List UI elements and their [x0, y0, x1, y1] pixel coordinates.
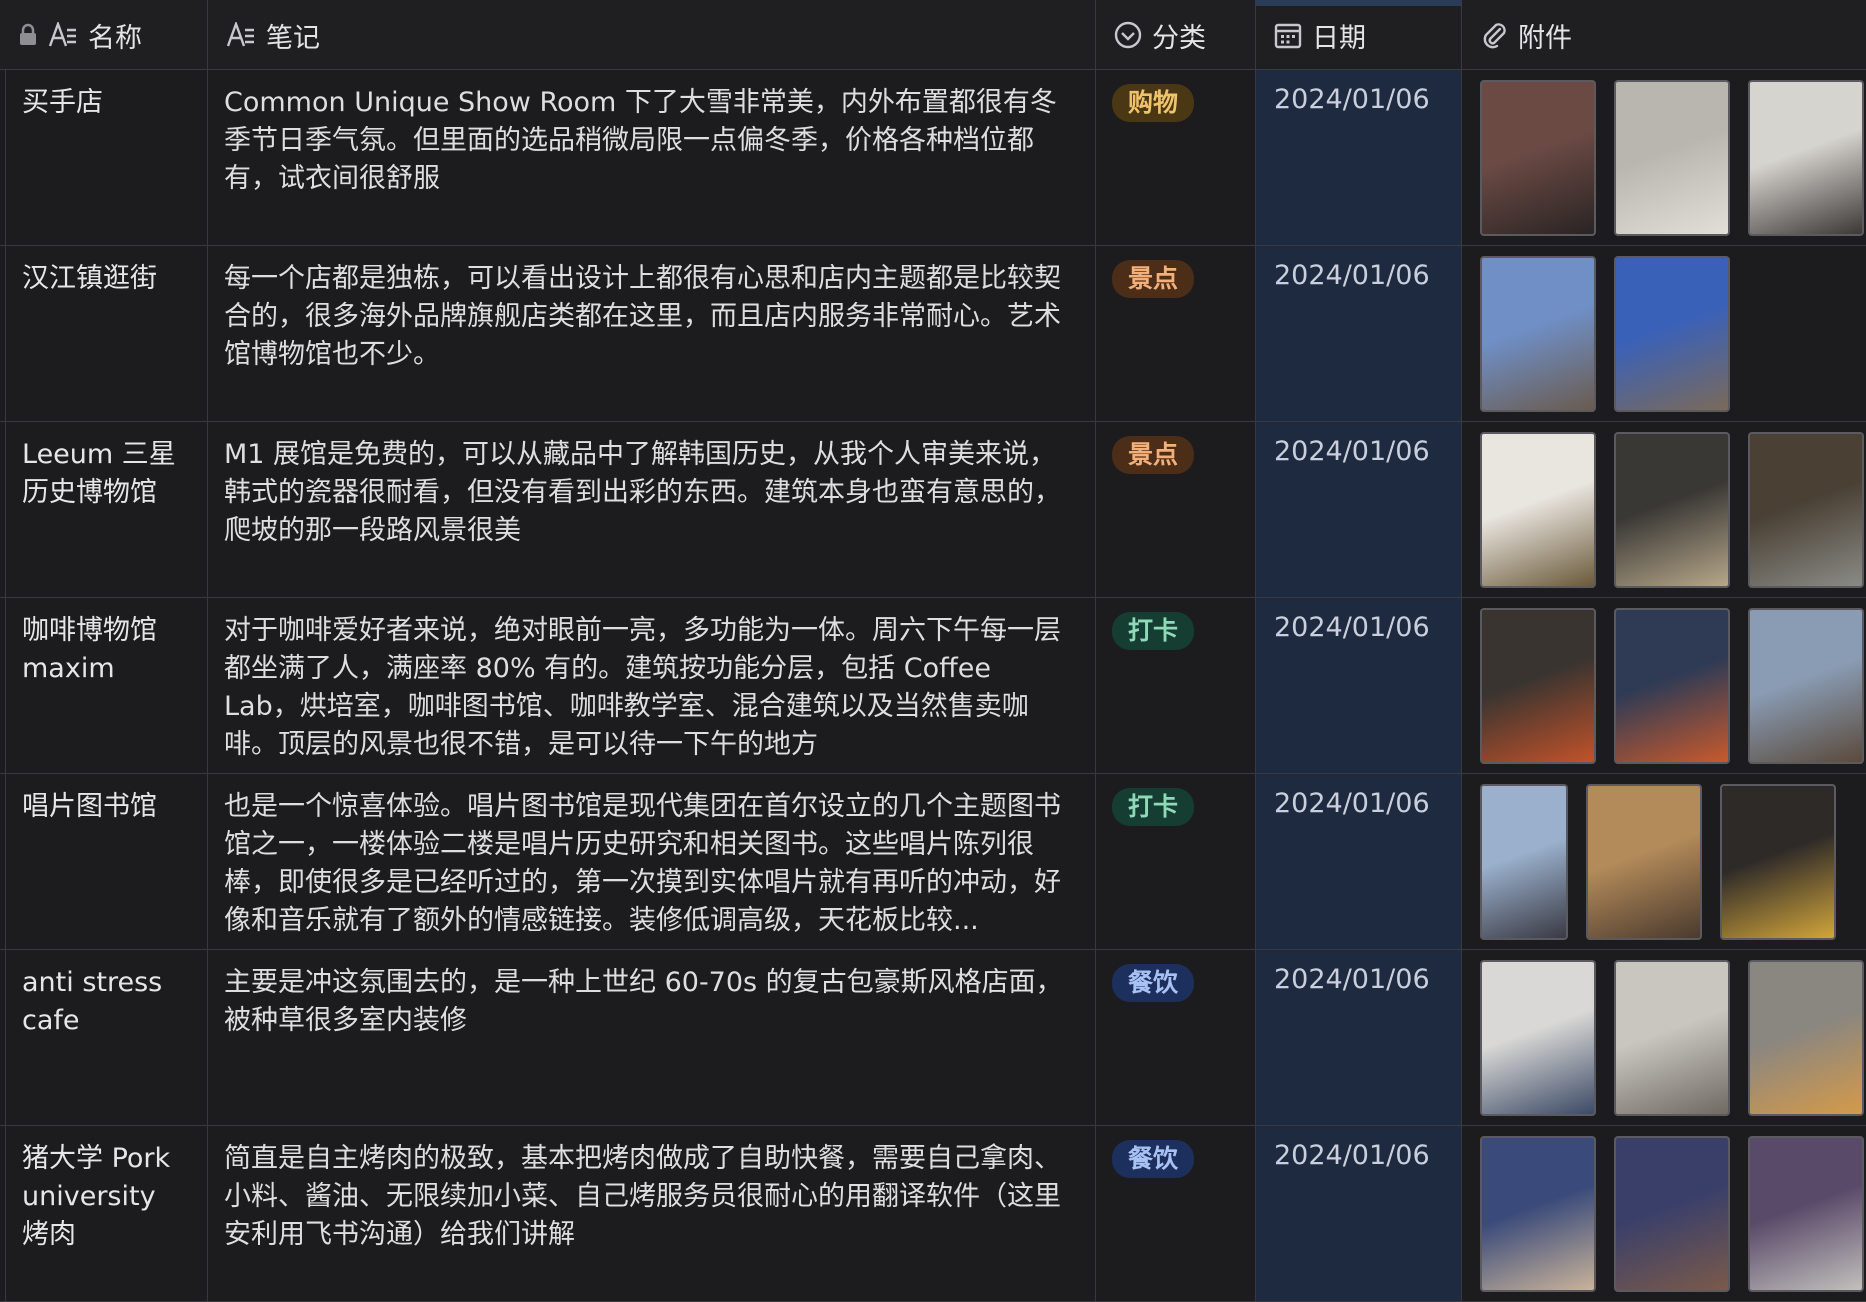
cell-date[interactable]: 2024/01/06: [1256, 246, 1462, 421]
data-table: 名称 笔记 分类 日期 附件 买手店 Common Unique Show Ro…: [0, 0, 1866, 1302]
text-field-icon: [48, 22, 78, 48]
cell-name[interactable]: anti stress cafe: [6, 950, 208, 1125]
cell-category[interactable]: 购物: [1096, 70, 1256, 245]
column-header-name[interactable]: 名称: [0, 0, 208, 70]
attachment-thumbnail[interactable]: [1614, 960, 1730, 1116]
table-row[interactable]: 咖啡博物馆 maxim 对于咖啡爱好者来说，绝对眼前一亮，多功能为一体。周六下午每…: [0, 598, 1866, 774]
attachment-thumbnail[interactable]: [1748, 80, 1864, 236]
attachment-thumbnail[interactable]: [1748, 1136, 1864, 1292]
cell-date[interactable]: 2024/01/06: [1256, 774, 1462, 949]
cell-note-text: 对于咖啡爱好者来说，绝对眼前一亮，多功能为一体。周六下午每一层都坐满了人，满座率…: [224, 615, 1061, 760]
cell-note[interactable]: 简直是自主烤肉的极致，基本把烤肉做成了自助快餐，需要自己拿肉、小料、酱油、无限续…: [208, 1126, 1096, 1301]
attachment-thumbnail[interactable]: [1720, 784, 1836, 940]
cell-attachment[interactable]: [1462, 774, 1866, 949]
column-header-category-label: 分类: [1152, 22, 1206, 54]
column-header-category[interactable]: 分类: [1096, 0, 1256, 70]
cell-note-text: 也是一个惊喜体验。唱片图书馆是现代集团在首尔设立的几个主题图书馆之一，一楼体验二…: [224, 791, 1061, 936]
cell-date[interactable]: 2024/01/06: [1256, 598, 1462, 773]
table-row[interactable]: Leeum 三星历史博物馆 M1 展馆是免费的，可以从藏品中了解韩国历史，从我个人…: [0, 422, 1866, 598]
cell-attachment[interactable]: [1462, 70, 1866, 245]
cell-category[interactable]: 打卡: [1096, 774, 1256, 949]
cell-attachment[interactable]: [1462, 950, 1866, 1125]
calendar-icon: [1274, 21, 1302, 49]
attachment-thumbnail[interactable]: [1614, 256, 1730, 412]
table-row[interactable]: 买手店 Common Unique Show Room 下了大雪非常美，内外布置都…: [0, 70, 1866, 246]
attachment-thumbnail[interactable]: [1480, 432, 1596, 588]
cell-category[interactable]: 打卡: [1096, 598, 1256, 773]
column-header-attachment[interactable]: 附件: [1462, 0, 1866, 70]
attachment-thumbnail[interactable]: [1480, 80, 1596, 236]
category-tag: 餐饮: [1112, 964, 1195, 1002]
table-row[interactable]: 猪大学 Pork university 烤肉 简直是自主烤肉的极致，基本把烤肉做成…: [0, 1126, 1866, 1302]
cell-note[interactable]: 对于咖啡爱好者来说，绝对眼前一亮，多功能为一体。周六下午每一层都坐满了人，满座率…: [208, 598, 1096, 773]
attachment-thumbnail[interactable]: [1748, 432, 1864, 588]
category-tag: 餐饮: [1112, 1140, 1195, 1178]
column-header-attachment-label: 附件: [1518, 22, 1572, 54]
table-row[interactable]: 唱片图书馆 也是一个惊喜体验。唱片图书馆是现代集团在首尔设立的几个主题图书馆之一，…: [0, 774, 1866, 950]
cell-category[interactable]: 景点: [1096, 422, 1256, 597]
cell-date[interactable]: 2024/01/06: [1256, 422, 1462, 597]
cell-note[interactable]: M1 展馆是免费的，可以从藏品中了解韩国历史，从我个人审美来说，韩式的瓷器很耐看…: [208, 422, 1096, 597]
cell-category[interactable]: 景点: [1096, 246, 1256, 421]
cell-note[interactable]: 每一个店都是独栋，可以看出设计上都很有心思和店内主题都是比较契合的，很多海外品牌…: [208, 246, 1096, 421]
cell-name[interactable]: 汉江镇逛街: [6, 246, 208, 421]
column-header-date-label: 日期: [1312, 22, 1366, 54]
column-header-date[interactable]: 日期: [1256, 0, 1462, 70]
table-row[interactable]: 汉江镇逛街 每一个店都是独栋，可以看出设计上都很有心思和店内主题都是比较契合的，很…: [0, 246, 1866, 422]
cell-category[interactable]: 餐饮: [1096, 1126, 1256, 1301]
attachment-thumbnail[interactable]: [1480, 608, 1596, 764]
cell-note-text: 简直是自主烤肉的极致，基本把烤肉做成了自助快餐，需要自己拿肉、小料、酱油、无限续…: [224, 1143, 1061, 1250]
cell-attachment[interactable]: [1462, 246, 1866, 421]
category-tag: 景点: [1112, 260, 1195, 298]
attachment-thumbnail[interactable]: [1748, 960, 1864, 1116]
column-header-name-label: 名称: [88, 22, 142, 54]
attachment-thumbnail[interactable]: [1480, 784, 1568, 940]
attachment-thumbnail[interactable]: [1480, 960, 1596, 1116]
cell-attachment[interactable]: [1462, 422, 1866, 597]
cell-date[interactable]: 2024/01/06: [1256, 70, 1462, 245]
category-tag: 打卡: [1112, 612, 1195, 650]
attachment-thumbnail[interactable]: [1748, 608, 1864, 764]
lock-icon: [18, 23, 38, 47]
column-header-note-label: 笔记: [266, 22, 320, 54]
category-tag: 景点: [1112, 436, 1195, 474]
attachment-thumbnail[interactable]: [1614, 80, 1730, 236]
cell-name[interactable]: 猪大学 Pork university 烤肉: [6, 1126, 208, 1301]
cell-date[interactable]: 2024/01/06: [1256, 1126, 1462, 1301]
cell-note[interactable]: Common Unique Show Room 下了大雪非常美，内外布置都很有冬…: [208, 70, 1096, 245]
cell-note-text: 每一个店都是独栋，可以看出设计上都很有心思和店内主题都是比较契合的，很多海外品牌…: [224, 263, 1061, 370]
cell-attachment[interactable]: [1462, 598, 1866, 773]
attachment-thumbnail[interactable]: [1614, 432, 1730, 588]
cell-attachment[interactable]: [1462, 1126, 1866, 1301]
table-row[interactable]: anti stress cafe 主要是冲这氛围去的，是一种上世纪 60-70s …: [0, 950, 1866, 1126]
cell-note-text: Common Unique Show Room 下了大雪非常美，内外布置都很有冬…: [224, 87, 1057, 194]
cell-name[interactable]: 唱片图书馆: [6, 774, 208, 949]
cell-name[interactable]: 买手店: [6, 70, 208, 245]
cell-category[interactable]: 餐饮: [1096, 950, 1256, 1125]
cell-note-text: 主要是冲这氛围去的，是一种上世纪 60-70s 的复古包豪斯风格店面，被种草很多…: [224, 967, 1063, 1036]
cell-date[interactable]: 2024/01/06: [1256, 950, 1462, 1125]
single-select-icon: [1114, 21, 1142, 49]
text-field-icon: [226, 22, 256, 48]
category-tag: 打卡: [1112, 788, 1195, 826]
table-header: 名称 笔记 分类 日期 附件: [0, 0, 1866, 70]
attachment-thumbnail[interactable]: [1614, 1136, 1730, 1292]
paperclip-icon: [1480, 21, 1508, 49]
attachment-thumbnail[interactable]: [1480, 1136, 1596, 1292]
attachment-thumbnail[interactable]: [1586, 784, 1702, 940]
cell-name[interactable]: Leeum 三星历史博物馆: [6, 422, 208, 597]
attachment-thumbnail[interactable]: [1480, 256, 1596, 412]
cell-note[interactable]: 也是一个惊喜体验。唱片图书馆是现代集团在首尔设立的几个主题图书馆之一，一楼体验二…: [208, 774, 1096, 949]
attachment-thumbnail[interactable]: [1614, 608, 1730, 764]
cell-note[interactable]: 主要是冲这氛围去的，是一种上世纪 60-70s 的复古包豪斯风格店面，被种草很多…: [208, 950, 1096, 1125]
category-tag: 购物: [1112, 84, 1195, 122]
column-header-note[interactable]: 笔记: [208, 0, 1096, 70]
cell-name[interactable]: 咖啡博物馆 maxim: [6, 598, 208, 773]
cell-note-text: M1 展馆是免费的，可以从藏品中了解韩国历史，从我个人审美来说，韩式的瓷器很耐看…: [224, 439, 1061, 546]
